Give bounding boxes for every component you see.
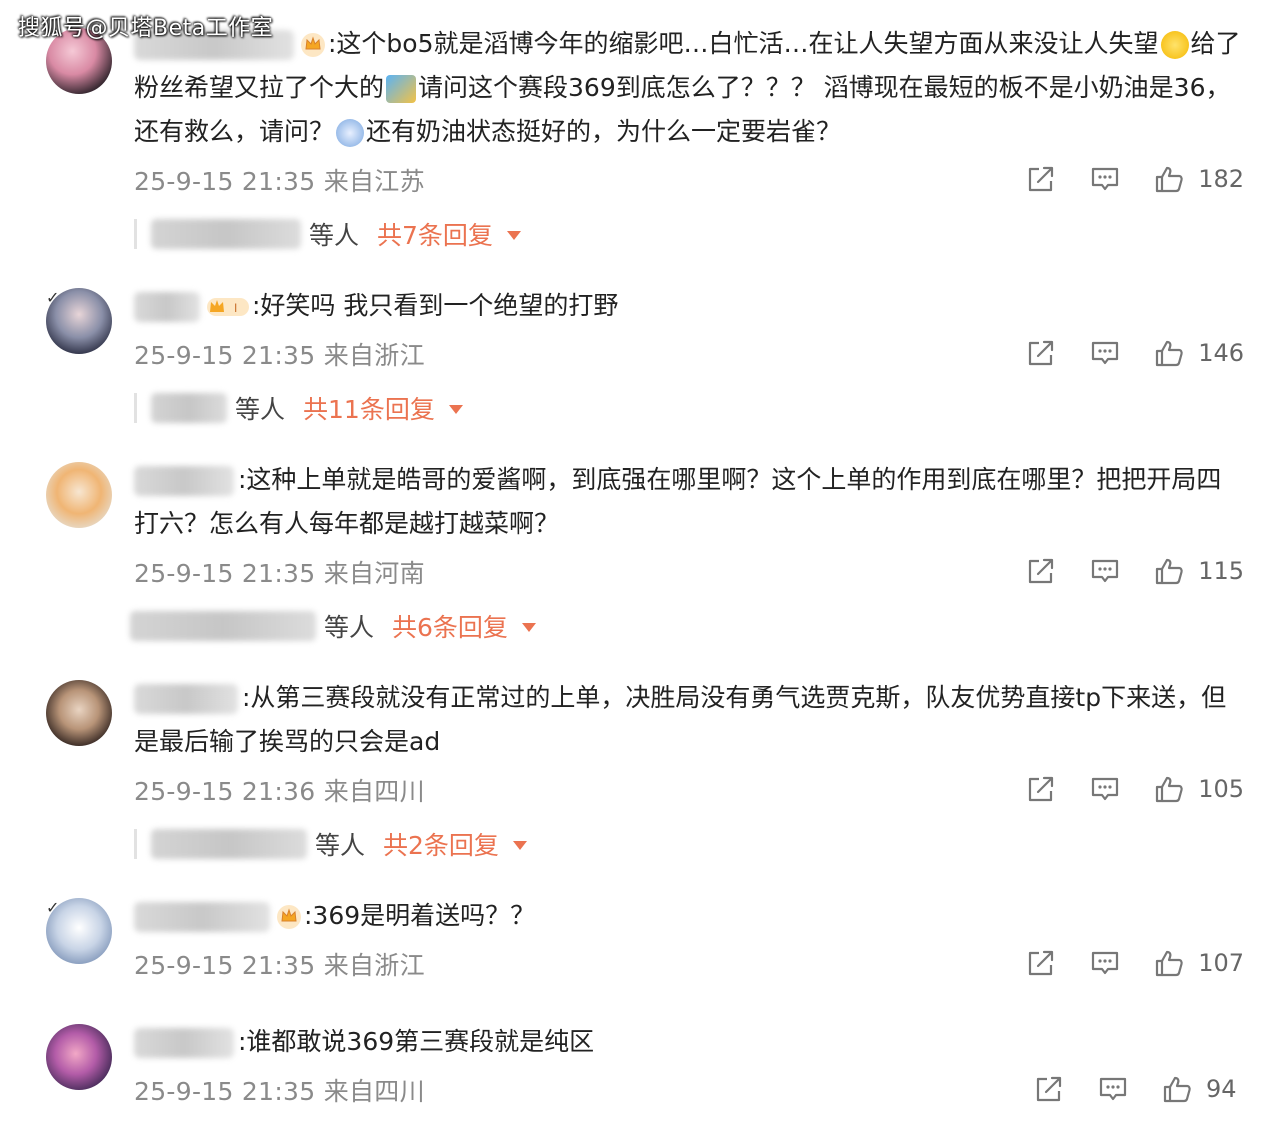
view-replies-link[interactable]: 共7条回复: [377, 216, 493, 252]
avatar[interactable]: [46, 898, 112, 964]
comment-actions: 182: [1026, 163, 1244, 195]
comment-icon[interactable]: [1090, 339, 1120, 367]
comment-meta: 25-9-15 21:35 来自浙江: [134, 341, 425, 370]
username-blurred[interactable]: [134, 902, 270, 932]
view-replies-link[interactable]: 共6条回复: [392, 608, 508, 644]
like-icon[interactable]: [1154, 165, 1184, 193]
comment-text: I :好笑吗 我只看到一个绝望的打野: [134, 284, 1246, 328]
like-icon[interactable]: [1154, 775, 1184, 803]
comment-body: :从第三赛段就没有正常过的上单，决胜局没有勇气选贾克斯，队友优势直接tp下来送，…: [134, 683, 1227, 756]
view-replies-link[interactable]: 共2条回复: [383, 826, 499, 862]
comment-body: :这种上单就是皓哥的爱酱啊，到底强在哪里啊？这个上单的作用到底在哪里？把把开局四…: [134, 465, 1222, 538]
like-icon[interactable]: [1154, 557, 1184, 585]
reply-username-blurred: [151, 219, 301, 249]
username-blurred[interactable]: [134, 1028, 234, 1058]
reply-suffix: 等人: [324, 613, 375, 642]
username-blurred[interactable]: [134, 684, 238, 714]
reply-username-blurred: [130, 611, 316, 641]
comment-icon[interactable]: [1090, 775, 1120, 803]
comment-meta: 25-9-15 21:35 来自河南: [134, 559, 425, 588]
share-icon[interactable]: [1026, 165, 1056, 193]
like-icon[interactable]: [1162, 1075, 1192, 1103]
like-count: 115: [1198, 557, 1244, 585]
replies-summary[interactable]: 等人 共2条回复: [134, 826, 527, 862]
watermark: 搜狐号@贝塔Beta工作室: [18, 16, 274, 41]
comment-actions: 146: [1026, 337, 1244, 369]
share-icon[interactable]: [1026, 557, 1056, 585]
like-count: 105: [1198, 775, 1244, 803]
view-replies-link[interactable]: 共11条回复: [303, 390, 435, 426]
crown-badge-icon: [300, 32, 326, 58]
reply-suffix: 等人: [235, 395, 286, 424]
replies-summary[interactable]: 等人 共7条回复: [134, 216, 521, 252]
crown-badge-icon: [276, 904, 302, 930]
divider: [134, 829, 137, 859]
comment-actions: 115: [1026, 555, 1244, 587]
avatar[interactable]: [46, 462, 112, 528]
comment-actions: 107: [1026, 947, 1244, 979]
share-icon[interactable]: [1034, 1075, 1064, 1103]
avatar[interactable]: [46, 680, 112, 746]
comment-text: :从第三赛段就没有正常过的上单，决胜局没有勇气选贾克斯，队友优势直接tp下来送，…: [134, 676, 1246, 764]
username-blurred[interactable]: [134, 292, 200, 322]
comment-actions: 105: [1026, 773, 1244, 805]
comment-icon[interactable]: [1098, 1075, 1128, 1103]
comment-text: :这个bo5就是滔博今年的缩影吧…白忙活…在让人失望方面从来没让人失望 给了粉丝希…: [134, 22, 1246, 154]
rocket-emoji-icon: [386, 75, 417, 103]
like-icon[interactable]: [1154, 949, 1184, 977]
reply-suffix: 等人: [309, 221, 360, 250]
comment-meta: 25-9-15 21:35 来自浙江: [134, 951, 425, 980]
comment-meta: 25-9-15 21:36 来自四川: [134, 777, 425, 806]
like-count: 146: [1198, 339, 1244, 367]
replies-summary[interactable]: 等人 共11条回复: [134, 390, 463, 426]
comment-body: :好笑吗 我只看到一个绝望的打野: [252, 291, 619, 320]
reply-username-blurred: [151, 829, 307, 859]
share-icon[interactable]: [1026, 949, 1056, 977]
divider: [134, 393, 137, 423]
svg-text:I: I: [234, 301, 237, 315]
avatar[interactable]: [46, 288, 112, 354]
avatar[interactable]: [46, 1024, 112, 1090]
comment-icon[interactable]: [1090, 165, 1120, 193]
comment-body-cont: 还有奶油状态挺好的，为什么一定要岩雀？: [366, 117, 842, 146]
reply-suffix: 等人: [315, 831, 366, 860]
like-count: 182: [1198, 165, 1244, 193]
reply-username-blurred: [151, 393, 227, 423]
cry-emoji-icon: [336, 119, 365, 147]
chevron-down-icon[interactable]: [521, 623, 536, 632]
like-count: 94: [1206, 1075, 1237, 1103]
comment-text: :谁都敢说369第三赛段就是纯区: [134, 1020, 1246, 1064]
comment-icon[interactable]: [1090, 557, 1120, 585]
comment-body: :谁都敢说369第三赛段就是纯区: [238, 1027, 595, 1056]
chevron-down-icon[interactable]: [512, 841, 527, 850]
like-icon[interactable]: [1154, 339, 1184, 367]
comment-meta: 25-9-15 21:35 来自四川: [134, 1077, 425, 1106]
divider: [134, 219, 137, 249]
comment-actions: 94: [1034, 1073, 1244, 1105]
comment-body: :369是明着送吗？？: [304, 901, 536, 930]
chevron-down-icon[interactable]: [506, 231, 521, 240]
comment-text: :369是明着送吗？？: [134, 894, 1246, 938]
crown-badge-icon: I: [207, 298, 249, 316]
smile-emoji-icon: [1160, 31, 1189, 59]
comment-body: :这个bo5就是滔博今年的缩影吧…白忙活…在让人失望方面从来没让人失望: [328, 29, 1159, 58]
chevron-down-icon[interactable]: [448, 405, 463, 414]
comment-text: :这种上单就是皓哥的爱酱啊，到底强在哪里啊？这个上单的作用到底在哪里？把把开局四…: [134, 458, 1246, 546]
comment-meta: 25-9-15 21:35 来自江苏: [134, 167, 425, 196]
like-count: 107: [1198, 949, 1244, 977]
share-icon[interactable]: [1026, 775, 1056, 803]
comment-icon[interactable]: [1090, 949, 1120, 977]
username-blurred[interactable]: [134, 466, 234, 496]
replies-summary[interactable]: 等人 共6条回复: [130, 608, 536, 644]
share-icon[interactable]: [1026, 339, 1056, 367]
